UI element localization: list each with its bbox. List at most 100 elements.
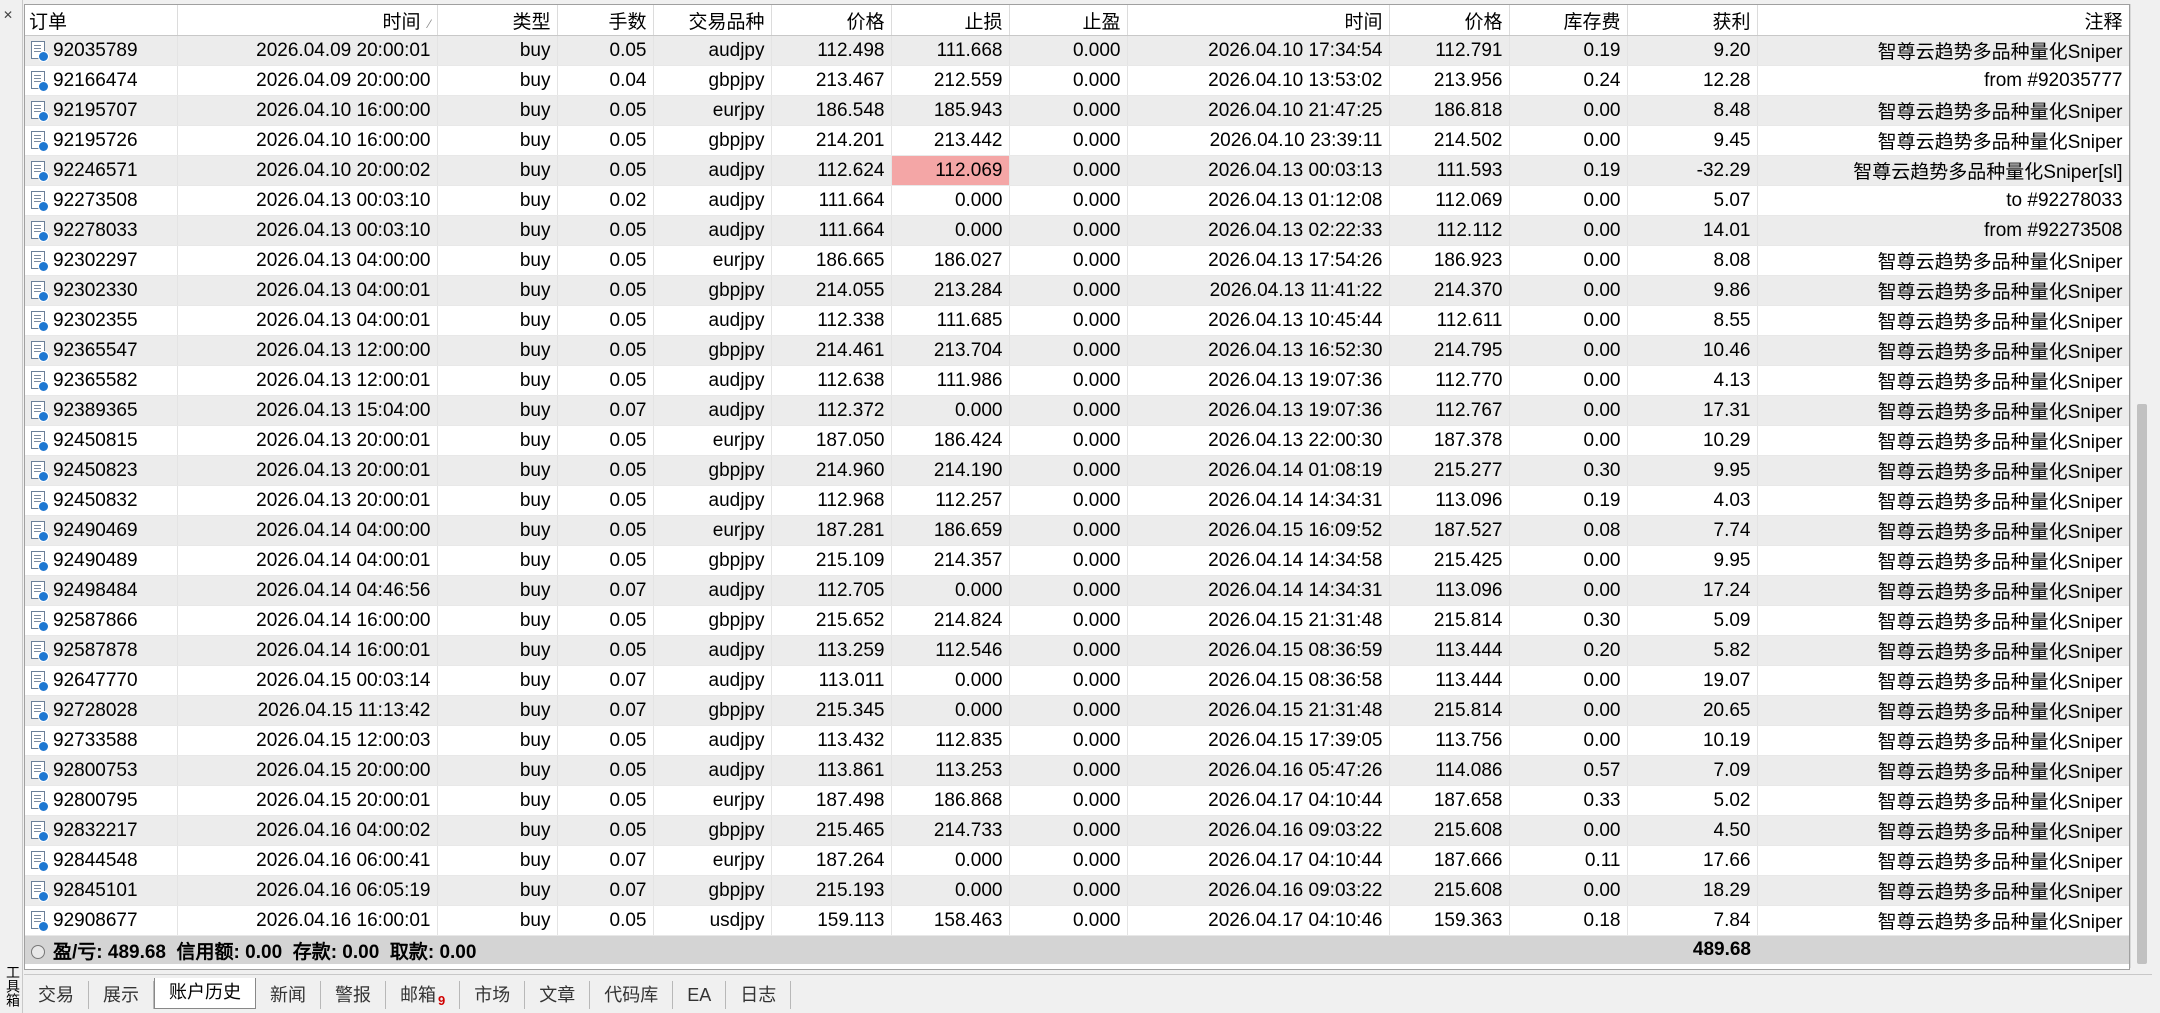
cell-close-time: 2026.04.15 17:39:05: [1127, 725, 1390, 756]
cell-type: buy: [437, 155, 558, 186]
table-row[interactable]: 92845101 2026.04.16 06:05:19 buy 0.07 gbpjpy…: [25, 875, 2129, 906]
order-number: 92490469: [53, 519, 138, 541]
cell-open-time: 2026.04.13 00:03:10: [177, 185, 438, 216]
cell-open-price: 215.345: [771, 695, 892, 726]
column-header-close-price[interactable]: 价格: [1389, 5, 1510, 36]
table-row[interactable]: 92450815 2026.04.13 20:00:01 buy 0.05 eurjpy…: [25, 425, 2129, 456]
close-icon[interactable]: ✕: [3, 8, 13, 22]
cell-take-profit: 0.000: [1009, 305, 1128, 336]
column-header-take-profit[interactable]: 止盈: [1009, 5, 1128, 36]
table-row[interactable]: 92302355 2026.04.13 04:00:01 buy 0.05 audjpy…: [25, 305, 2129, 336]
cell-open-price: 187.264: [771, 845, 892, 876]
cell-order: 92587878: [25, 635, 178, 666]
table-row[interactable]: 92587878 2026.04.14 16:00:01 buy 0.05 audjpy…: [25, 635, 2129, 666]
cell-stop-loss: 212.559: [891, 65, 1010, 96]
tab-1[interactable]: 展示: [89, 981, 154, 1009]
cell-lots: 0.05: [557, 635, 654, 666]
tab-3[interactable]: 新闻: [256, 981, 321, 1009]
column-header-type[interactable]: 类型: [437, 5, 558, 36]
cell-order: 92365547: [25, 335, 178, 366]
table-row[interactable]: 92832217 2026.04.16 04:00:02 buy 0.05 gbpjpy…: [25, 815, 2129, 846]
order-document-icon: [31, 431, 49, 453]
cell-close-time: 2026.04.17 04:10:44: [1127, 845, 1390, 876]
cell-swap: 0.00: [1509, 335, 1628, 366]
table-row[interactable]: 92278033 2026.04.13 00:03:10 buy 0.05 audjpy…: [25, 215, 2129, 246]
table-row[interactable]: 92450823 2026.04.13 20:00:01 buy 0.05 gbpjpy…: [25, 455, 2129, 486]
cell-comment: 智尊云趋势多品种量化Sniper: [1757, 905, 2129, 936]
column-header-swap[interactable]: 库存费: [1509, 5, 1628, 36]
order-number: 92490489: [53, 549, 138, 571]
column-header-lots[interactable]: 手数: [557, 5, 654, 36]
cell-symbol: eurjpy: [653, 845, 772, 876]
table-row[interactable]: 92166474 2026.04.09 20:00:00 buy 0.04 gbpjpy…: [25, 65, 2129, 96]
cell-close-time: 2026.04.15 08:36:58: [1127, 665, 1390, 696]
table-row[interactable]: 92733588 2026.04.15 12:00:03 buy 0.05 audjpy…: [25, 725, 2129, 756]
column-header-profit[interactable]: 获利: [1627, 5, 1758, 36]
table-row[interactable]: 92844548 2026.04.16 06:00:41 buy 0.07 eurjpy…: [25, 845, 2129, 876]
cell-open-time: 2026.04.15 11:13:42: [177, 695, 438, 726]
table-row[interactable]: 92035789 2026.04.09 20:00:01 buy 0.05 audjpy…: [25, 35, 2129, 66]
tab-0[interactable]: 交易: [24, 981, 89, 1009]
column-header-close-time[interactable]: 时间: [1127, 5, 1390, 36]
column-header-open-price[interactable]: 价格: [771, 5, 892, 36]
order-number: 92450815: [53, 429, 138, 451]
column-header-stop-loss[interactable]: 止损: [891, 5, 1010, 36]
vertical-scrollbar[interactable]: [2130, 4, 2153, 968]
tab-2[interactable]: 账户历史: [154, 978, 256, 1009]
table-row[interactable]: 92302297 2026.04.13 04:00:00 buy 0.05 eurjpy…: [25, 245, 2129, 276]
table-row[interactable]: 92365582 2026.04.13 12:00:01 buy 0.05 audjpy…: [25, 365, 2129, 396]
cell-type: buy: [437, 485, 558, 516]
table-row[interactable]: 92273508 2026.04.13 00:03:10 buy 0.02 audjpy…: [25, 185, 2129, 216]
tab-4[interactable]: 警报: [321, 981, 386, 1009]
cell-open-price: 215.193: [771, 875, 892, 906]
cell-open-price: 111.664: [771, 215, 892, 246]
column-header-label: 库存费: [1563, 11, 1621, 33]
column-header-order[interactable]: 订单: [25, 5, 178, 36]
table-row[interactable]: 92587866 2026.04.14 16:00:00 buy 0.05 gbpjpy…: [25, 605, 2129, 636]
cell-swap: 0.00: [1509, 815, 1628, 846]
table-row[interactable]: 92498484 2026.04.14 04:46:56 buy 0.07 audjpy…: [25, 575, 2129, 606]
table-row[interactable]: 92800795 2026.04.15 20:00:01 buy 0.05 eurjpy…: [25, 785, 2129, 816]
table-row[interactable]: 92728028 2026.04.15 11:13:42 buy 0.07 gbpjpy…: [25, 695, 2129, 726]
cell-take-profit: 0.000: [1009, 95, 1128, 126]
cell-take-profit: 0.000: [1009, 395, 1128, 426]
tab-9[interactable]: EA: [673, 981, 727, 1009]
tab-7[interactable]: 文章: [525, 981, 591, 1009]
cell-type: buy: [437, 395, 558, 426]
cell-swap: 0.11: [1509, 845, 1628, 876]
toolbox-side-strip[interactable]: ✕ 工具箱: [0, 0, 23, 1013]
table-row[interactable]: 92800753 2026.04.15 20:00:00 buy 0.05 audjpy…: [25, 755, 2129, 786]
cell-close-time: 2026.04.13 17:54:26: [1127, 245, 1390, 276]
table-row[interactable]: 92389365 2026.04.13 15:04:00 buy 0.07 audjpy…: [25, 395, 2129, 426]
column-header-symbol[interactable]: 交易品种: [653, 5, 772, 36]
column-header-open-time[interactable]: 时间 ⁄: [177, 5, 438, 36]
tab-8[interactable]: 代码库: [590, 981, 674, 1009]
table-row[interactable]: 92490489 2026.04.14 04:00:01 buy 0.05 gbpjpy…: [25, 545, 2129, 576]
table-row[interactable]: 92490469 2026.04.14 04:00:00 buy 0.05 eurjpy…: [25, 515, 2129, 546]
cell-take-profit: 0.000: [1009, 905, 1128, 936]
table-row[interactable]: 92908677 2026.04.16 16:00:01 buy 0.05 usdjpy…: [25, 905, 2129, 936]
table-row[interactable]: 92450832 2026.04.13 20:00:01 buy 0.05 audjpy…: [25, 485, 2129, 516]
scrollbar-thumb[interactable]: [2137, 404, 2147, 964]
cell-comment: 智尊云趋势多品种量化Sniper: [1757, 635, 2129, 666]
cell-close-price: 112.069: [1389, 185, 1510, 216]
table-row[interactable]: 92195707 2026.04.10 16:00:00 buy 0.05 eurjpy…: [25, 95, 2129, 126]
table-row[interactable]: 92246571 2026.04.10 20:00:02 buy 0.05 audjpy…: [25, 155, 2129, 186]
tab-10[interactable]: 日志: [726, 981, 792, 1009]
column-header-comment[interactable]: 注释: [1757, 5, 2129, 36]
tab-6[interactable]: 市场: [460, 981, 526, 1009]
cell-swap: 0.19: [1509, 485, 1628, 516]
table-row[interactable]: 92302330 2026.04.13 04:00:01 buy 0.05 gbpjpy…: [25, 275, 2129, 306]
order-document-icon: [31, 311, 49, 333]
cell-open-price: 215.465: [771, 815, 892, 846]
table-row[interactable]: 92647770 2026.04.15 00:03:14 buy 0.07 audjpy…: [25, 665, 2129, 696]
cell-profit: 17.24: [1627, 575, 1758, 606]
cell-profit: 12.28: [1627, 65, 1758, 96]
cell-swap: 0.19: [1509, 155, 1628, 186]
cell-comment: 智尊云趋势多品种量化Sniper: [1757, 335, 2129, 366]
cell-lots: 0.05: [557, 35, 654, 66]
tab-5[interactable]: 邮箱 9: [386, 981, 461, 1009]
table-row[interactable]: 92195726 2026.04.10 16:00:00 buy 0.05 gbpjpy…: [25, 125, 2129, 156]
cell-close-time: 2026.04.13 19:07:36: [1127, 365, 1390, 396]
table-row[interactable]: 92365547 2026.04.13 12:00:00 buy 0.05 gbpjpy…: [25, 335, 2129, 366]
